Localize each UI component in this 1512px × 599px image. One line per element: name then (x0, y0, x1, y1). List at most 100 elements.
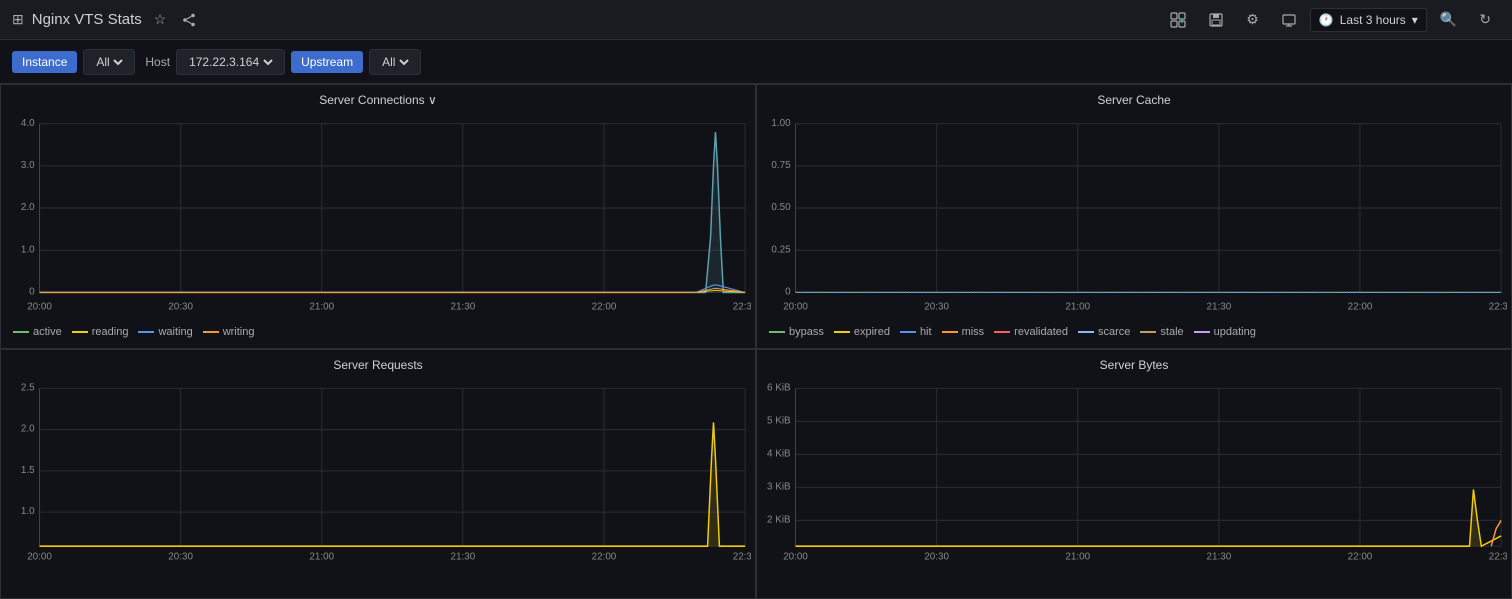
svg-text:20:00: 20:00 (783, 301, 808, 312)
svg-text:20:30: 20:30 (924, 301, 949, 312)
stale-legend-label: stale (1160, 326, 1183, 338)
zoom-out-button[interactable]: 🔍 (1431, 5, 1466, 34)
svg-text:1.0: 1.0 (21, 244, 35, 255)
writing-legend-label: writing (223, 326, 255, 338)
host-dropdown[interactable]: 172.22.3.164 (185, 54, 276, 70)
scarce-legend-line (1078, 331, 1094, 333)
bypass-legend-line (769, 331, 785, 333)
bypass-legend-label: bypass (789, 326, 824, 338)
app-title: Nginx VTS Stats (32, 11, 142, 28)
save-button[interactable] (1199, 6, 1233, 34)
server-cache-legend: bypass expired hit miss revalidated scar… (761, 322, 1507, 342)
legend-scarce: scarce (1078, 326, 1130, 338)
legend-hit: hit (900, 326, 932, 338)
miss-legend-line (942, 331, 958, 333)
star-button[interactable]: ☆ (150, 7, 171, 32)
svg-text:4 KiB: 4 KiB (767, 448, 791, 459)
svg-text:20:00: 20:00 (27, 551, 52, 562)
upstream-select[interactable]: All (369, 49, 421, 75)
legend-writing: writing (203, 326, 255, 338)
svg-text:1.5: 1.5 (21, 465, 35, 476)
svg-text:21:30: 21:30 (1207, 551, 1232, 562)
svg-text:21:00: 21:00 (309, 551, 334, 562)
hit-legend-label: hit (920, 326, 932, 338)
svg-text:21:00: 21:00 (309, 301, 334, 312)
server-requests-panel: Server Requests 2.5 2.0 1.5 1.0 (0, 349, 756, 599)
grid-icon: ⊞ (12, 11, 24, 28)
refresh-button[interactable]: ↻ (1470, 5, 1500, 34)
time-range-selector[interactable]: 🕐 Last 3 hours ▾ (1310, 8, 1427, 32)
reading-legend-label: reading (92, 326, 129, 338)
server-cache-title: Server Cache (761, 93, 1507, 107)
top-bar-left: ⊞ Nginx VTS Stats ☆ (12, 7, 200, 32)
svg-text:22:00: 22:00 (1348, 551, 1373, 562)
server-bytes-svg: 6 KiB 5 KiB 4 KiB 3 KiB 2 KiB (761, 376, 1507, 572)
host-select[interactable]: 172.22.3.164 (176, 49, 285, 75)
top-bar: ⊞ Nginx VTS Stats ☆ (0, 0, 1512, 40)
svg-text:0: 0 (29, 286, 35, 297)
legend-active: active (13, 326, 62, 338)
svg-text:6 KiB: 6 KiB (767, 382, 791, 393)
svg-text:22:00: 22:00 (592, 301, 617, 312)
legend-expired: expired (834, 326, 890, 338)
svg-text:20:30: 20:30 (168, 551, 193, 562)
active-legend-label: active (33, 326, 62, 338)
hit-legend-line (900, 331, 916, 333)
legend-stale: stale (1140, 326, 1183, 338)
tv-button[interactable] (1272, 6, 1306, 34)
waiting-legend-line (138, 331, 154, 333)
host-label: Host (145, 55, 170, 69)
legend-updating: updating (1194, 326, 1256, 338)
instance-label: Instance (12, 51, 77, 73)
server-requests-svg: 2.5 2.0 1.5 1.0 20:00 20:30 (5, 376, 751, 572)
svg-text:21:30: 21:30 (1207, 301, 1232, 312)
svg-text:4.0: 4.0 (21, 118, 35, 129)
revalidated-legend-line (994, 331, 1010, 333)
svg-text:22:30: 22:30 (1489, 301, 1507, 312)
server-connections-chart-area: 4.0 3.0 2.0 1.0 0 20:00 (5, 111, 751, 322)
svg-text:21:30: 21:30 (451, 301, 476, 312)
svg-text:20:00: 20:00 (27, 301, 52, 312)
legend-waiting: waiting (138, 326, 192, 338)
server-bytes-chart-area: 6 KiB 5 KiB 4 KiB 3 KiB 2 KiB (761, 376, 1507, 572)
svg-text:22:00: 22:00 (592, 551, 617, 562)
updating-legend-label: updating (1214, 326, 1256, 338)
legend-revalidated: revalidated (994, 326, 1068, 338)
server-connections-panel: Server Connections ∨ 4.0 3.0 2.0 1.0 0 (0, 84, 756, 349)
settings-button[interactable]: ⚙ (1237, 5, 1268, 34)
expired-legend-label: expired (854, 326, 890, 338)
svg-text:21:30: 21:30 (451, 551, 476, 562)
stale-legend-line (1140, 331, 1156, 333)
svg-text:21:00: 21:00 (1065, 551, 1090, 562)
upstream-dropdown[interactable]: All (378, 54, 412, 70)
upstream-label: Upstream (291, 51, 363, 73)
time-range-label: Last 3 hours (1340, 13, 1406, 27)
svg-text:22:30: 22:30 (733, 551, 751, 562)
legend-bypass: bypass (769, 326, 824, 338)
revalidated-legend-label: revalidated (1014, 326, 1068, 338)
server-requests-chart-area: 2.5 2.0 1.5 1.0 20:00 20:30 (5, 376, 751, 572)
active-legend-line (13, 331, 29, 333)
server-bytes-title: Server Bytes (761, 358, 1507, 372)
clock-icon: 🕐 (1319, 13, 1334, 27)
instance-select[interactable]: All (83, 49, 135, 75)
server-cache-chart-area: 1.00 0.75 0.50 0.25 0 20:00 (761, 111, 1507, 322)
svg-text:2 KiB: 2 KiB (767, 514, 791, 525)
writing-legend-line (203, 331, 219, 333)
svg-text:3.0: 3.0 (21, 160, 35, 171)
svg-text:2.5: 2.5 (21, 382, 35, 393)
svg-text:22:00: 22:00 (1348, 301, 1373, 312)
server-requests-title: Server Requests (5, 358, 751, 372)
share-button[interactable] (178, 9, 200, 31)
svg-text:20:30: 20:30 (924, 551, 949, 562)
svg-text:0.75: 0.75 (771, 160, 790, 171)
charts-grid: Server Connections ∨ 4.0 3.0 2.0 1.0 0 (0, 84, 1512, 598)
instance-dropdown[interactable]: All (92, 54, 126, 70)
svg-text:22:30: 22:30 (733, 301, 751, 312)
server-connections-title: Server Connections ∨ (5, 93, 751, 107)
svg-text:2.0: 2.0 (21, 424, 35, 435)
top-bar-right: ⚙ 🕐 Last 3 hours ▾ 🔍 ↻ (1161, 5, 1500, 34)
svg-text:0.50: 0.50 (771, 202, 790, 213)
svg-text:20:00: 20:00 (783, 551, 808, 562)
add-panel-button[interactable] (1161, 6, 1195, 34)
